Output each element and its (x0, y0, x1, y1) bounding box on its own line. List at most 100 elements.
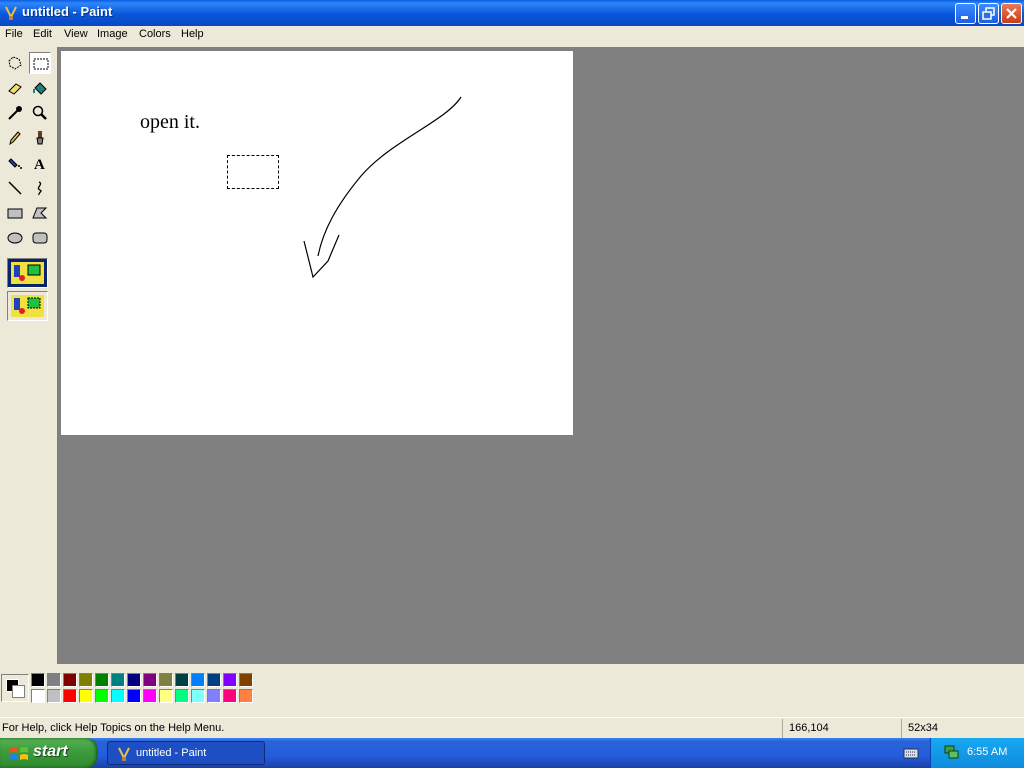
paint-brush-icon (5, 6, 17, 20)
color-swatch[interactable] (31, 673, 45, 687)
menu-file[interactable]: File (5, 28, 23, 40)
restore-button[interactable] (978, 3, 999, 24)
color-swatch[interactable] (223, 689, 237, 703)
tool-rounded-rectangle[interactable] (29, 227, 51, 249)
color-swatch[interactable] (175, 673, 189, 687)
color-swatch[interactable] (159, 689, 173, 703)
color-swatch[interactable] (111, 689, 125, 703)
menu-help[interactable]: Help (181, 28, 204, 40)
tool-ellipse[interactable] (4, 227, 26, 249)
status-help-text: For Help, click Help Topics on the Help … (2, 722, 225, 734)
arrow-drawing (303, 96, 462, 279)
menu-image[interactable]: Image (97, 28, 128, 40)
color-swatch[interactable] (223, 673, 237, 687)
start-label: start (33, 743, 68, 760)
tool-magnifier[interactable] (29, 102, 51, 124)
status-bar: For Help, click Help Topics on the Help … (0, 717, 1024, 739)
color-swatch[interactable] (63, 673, 77, 687)
current-colors[interactable] (1, 674, 29, 702)
color-swatch[interactable] (191, 689, 205, 703)
status-selection-size: 52x34 (901, 719, 1024, 738)
start-button[interactable]: start (0, 738, 98, 768)
workspace: open it. (57, 47, 1024, 664)
menu-bar: File Edit View Image Colors Help (0, 26, 1024, 45)
color-swatch[interactable] (239, 689, 253, 703)
select-icon (33, 58, 49, 70)
color-swatch[interactable] (159, 673, 173, 687)
keyboard-icon[interactable] (903, 746, 919, 760)
tool-select[interactable] (29, 52, 51, 74)
rectangle-icon (7, 208, 23, 219)
color-swatch[interactable] (95, 673, 109, 687)
rounded-rectangle-icon (32, 232, 48, 244)
line-icon (8, 181, 22, 195)
airbrush-icon (8, 158, 22, 169)
menu-view[interactable]: View (64, 28, 88, 40)
tool-airbrush[interactable] (4, 152, 26, 174)
tool-line[interactable] (4, 177, 26, 199)
title-bar: untitled - Paint (0, 0, 1024, 26)
color-swatch[interactable] (127, 673, 141, 687)
tool-polygon[interactable] (29, 202, 51, 224)
network-icon[interactable] (943, 744, 959, 760)
transparent-selection-icon (11, 295, 44, 317)
curve-icon (37, 181, 42, 196)
free-form-select-icon (8, 56, 22, 70)
close-icon (1006, 8, 1017, 19)
opaque-selection-icon (11, 262, 44, 284)
color-swatch[interactable] (63, 689, 77, 703)
tool-fill[interactable] (29, 77, 51, 99)
color-swatch[interactable] (207, 673, 221, 687)
system-tray: 6:55 AM (930, 738, 1024, 768)
taskbar: start untitled - Paint 6:55 AM (0, 738, 1024, 768)
clock[interactable]: 6:55 AM (967, 746, 1007, 758)
tool-brush[interactable] (29, 127, 51, 149)
minimize-icon (961, 16, 968, 19)
color-swatch[interactable] (143, 689, 157, 703)
color-swatch[interactable] (79, 673, 93, 687)
color-swatch[interactable] (79, 689, 93, 703)
color-swatch[interactable] (31, 689, 45, 703)
color-swatch[interactable] (175, 689, 189, 703)
color-swatch[interactable] (239, 673, 253, 687)
taskbar-item-paint[interactable]: untitled - Paint (107, 741, 265, 765)
brush-icon (36, 131, 44, 145)
background-color (12, 685, 25, 698)
tool-eraser[interactable] (4, 77, 26, 99)
window-title: untitled - Paint (22, 4, 113, 19)
taskbar-item-label: untitled - Paint (136, 747, 207, 759)
color-swatch[interactable] (95, 689, 109, 703)
color-swatch[interactable] (47, 689, 61, 703)
color-swatch[interactable] (111, 673, 125, 687)
drawing-canvas[interactable]: open it. (61, 51, 573, 435)
color-swatch[interactable] (127, 689, 141, 703)
tool-text[interactable]: A (29, 152, 51, 174)
close-button[interactable] (1001, 3, 1022, 24)
selection-opaque-option[interactable] (7, 258, 48, 288)
menu-edit[interactable]: Edit (33, 28, 52, 40)
magnifier-icon (32, 105, 47, 120)
tool-rectangle[interactable] (4, 202, 26, 224)
selection-transparent-option[interactable] (7, 291, 48, 321)
windows-logo-icon (10, 747, 28, 760)
tool-free-form-select[interactable] (4, 52, 26, 74)
color-swatch[interactable] (207, 689, 221, 703)
pick-color-icon (8, 106, 22, 120)
color-swatch[interactable] (143, 673, 157, 687)
minimize-button[interactable] (955, 3, 976, 24)
tool-pencil[interactable] (4, 127, 26, 149)
color-swatch[interactable] (47, 673, 61, 687)
tool-curve[interactable] (29, 177, 51, 199)
restore-icon (982, 7, 995, 20)
status-cursor-position: 166,104 (782, 719, 900, 738)
color-palette (0, 668, 1024, 712)
eraser-icon (8, 83, 22, 95)
ellipse-icon (7, 232, 23, 244)
tool-pick-color[interactable] (4, 102, 26, 124)
tool-box: A (0, 47, 57, 664)
menu-colors[interactable]: Colors (139, 28, 171, 40)
svg-text:A: A (34, 157, 45, 171)
paint-brush-icon (118, 747, 130, 761)
color-swatch[interactable] (191, 673, 205, 687)
fill-bucket-icon (33, 82, 47, 95)
